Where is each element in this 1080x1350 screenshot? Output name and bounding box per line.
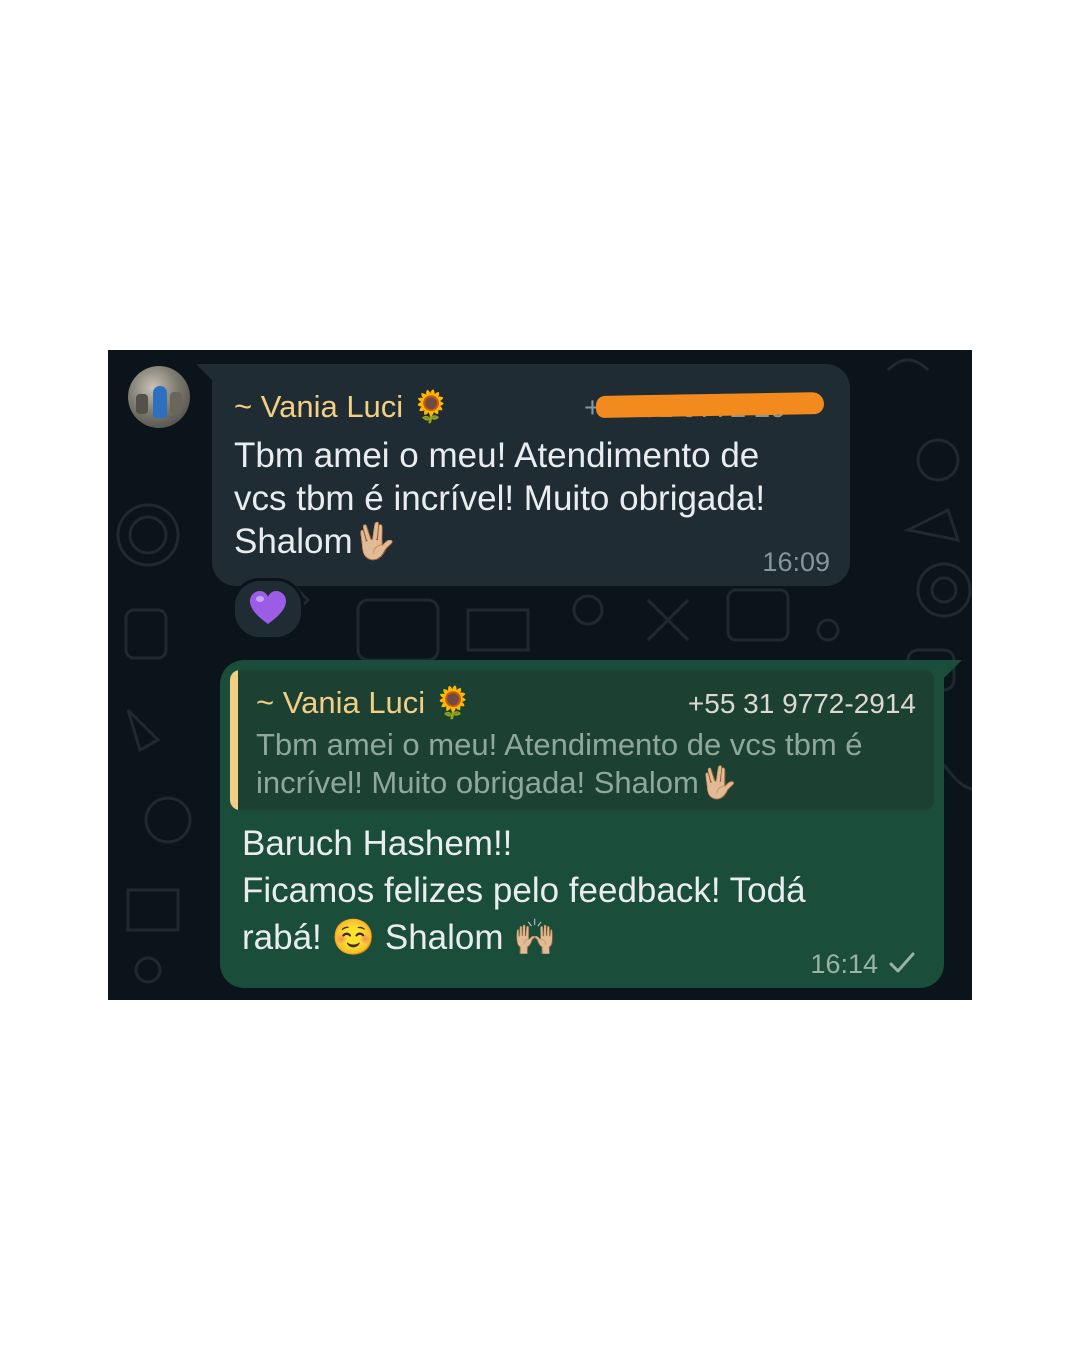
incoming-text-line: Tbm amei o meu! Atendimento de: [234, 436, 760, 475]
message-reaction[interactable]: [232, 578, 304, 640]
quoted-sender-phone: +55 31 9772-2914: [687, 688, 916, 719]
quoted-message[interactable]: ~ Vania Luci 🌻 +55 31 9772-2914 Tbm amei…: [230, 670, 934, 810]
quoted-text-line: Tbm amei o meu! Atendimento de vcs tbm é: [256, 727, 863, 762]
quoted-sender-name: ~ Vania Luci 🌻: [256, 684, 472, 721]
outgoing-bubble-tail: [944, 660, 962, 678]
outgoing-message-bubble[interactable]: ~ Vania Luci 🌻 +55 31 9772-2914 Tbm amei…: [220, 660, 944, 988]
outgoing-text-line: Baruch Hashem!!: [242, 824, 513, 863]
quote-accent-bar: [230, 670, 238, 810]
raising-hands-icon: 🙌🏼: [513, 918, 557, 958]
incoming-message-text: Tbm amei o meu! Atendimento de vcs tbm é…: [234, 434, 834, 564]
outgoing-message-text: Baruch Hashem!! Ficamos felizes pelo fee…: [242, 820, 922, 962]
sunflower-icon: 🌻: [433, 685, 473, 721]
incoming-sender-label: ~ Vania Luci: [234, 389, 404, 424]
sender-avatar[interactable]: [128, 366, 190, 428]
phone-redaction-mark: [595, 392, 825, 418]
incoming-sender-name[interactable]: ~ Vania Luci 🌻: [234, 388, 450, 425]
outgoing-timestamp: 16:14: [810, 949, 878, 979]
vulcan-salute-icon: 🖖🏼: [352, 522, 397, 562]
quoted-text: Tbm amei o meu! Atendimento de vcs tbm é…: [256, 726, 906, 802]
incoming-text-line: Shalom🖖🏼: [234, 522, 397, 562]
vulcan-salute-icon: 🖖🏼: [698, 765, 738, 801]
sunflower-icon: 🌻: [411, 389, 451, 425]
single-check-icon: [889, 952, 915, 973]
incoming-timestamp: 16:09: [762, 547, 830, 577]
chat-screenshot: ~ Vania Luci 🌻 +55 31 9772 29 Tbm amei o…: [108, 350, 972, 1000]
incoming-message-bubble[interactable]: ~ Vania Luci 🌻 +55 31 9772 29 Tbm amei o…: [212, 364, 850, 586]
quoted-text-line: incrível! Muito obrigada! Shalom🖖🏼: [256, 765, 738, 801]
quoted-sender-label: ~ Vania Luci: [256, 685, 426, 720]
purple-heart-icon: [250, 591, 286, 624]
incoming-text-line: vcs tbm é incrível! Muito obrigada!: [234, 479, 766, 518]
outgoing-text-line: Ficamos felizes pelo feedback! Todá: [242, 871, 806, 910]
smiling-face-icon: ☺️: [331, 918, 376, 958]
